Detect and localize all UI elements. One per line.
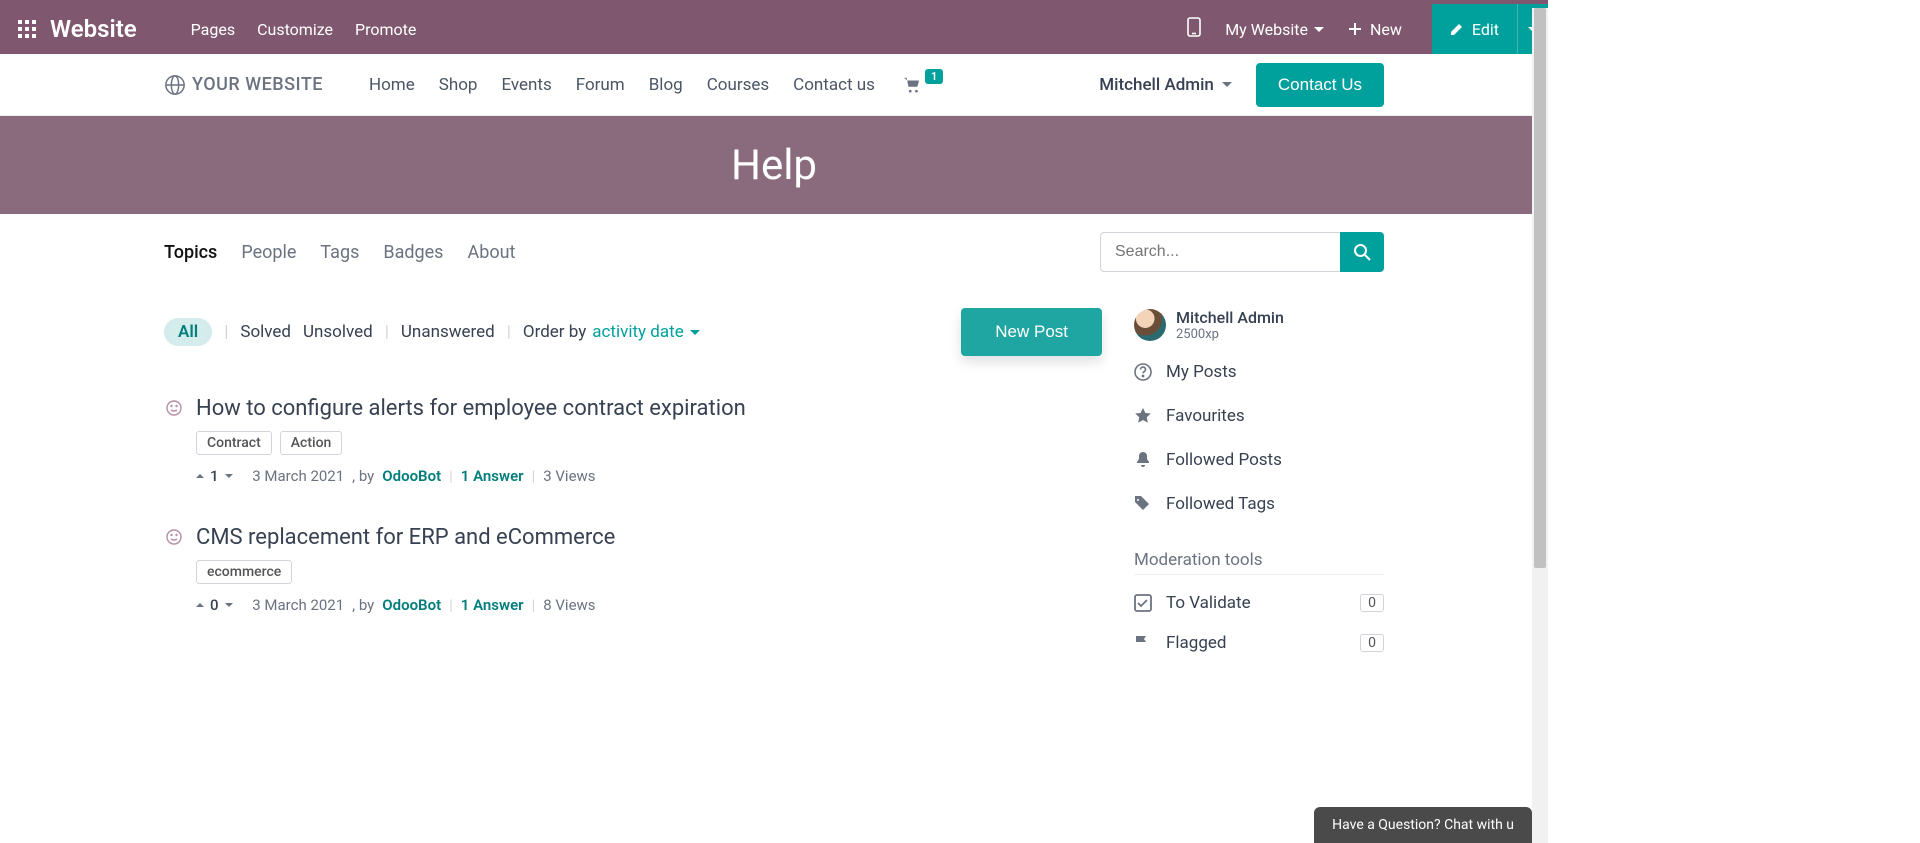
sidebar-xp: 2500xp [1176,327,1284,342]
upvote-icon[interactable] [196,603,204,607]
topic-answers[interactable]: 1 Answer [461,596,524,614]
topic-views: 8 Views [543,596,595,614]
topic-item: CMS replacement for ERP and eCommerce ec… [164,525,1102,614]
scrollbar-thumb[interactable] [1534,8,1546,568]
sidebar-followed-posts[interactable]: Followed Posts [1134,450,1384,470]
cart-count: 1 [925,69,943,84]
topic-author[interactable]: OdooBot [382,467,441,485]
new-label: New [1370,20,1402,39]
forum-tabs: Topics People Tags Badges About [0,214,1548,272]
mod-count: 0 [1360,634,1384,652]
downvote-icon[interactable] [225,603,233,607]
new-post-button[interactable]: New Post [961,308,1102,356]
star-icon [1134,407,1152,425]
caret-down-icon [1222,82,1232,87]
check-square-icon [1134,594,1152,612]
scrollbar[interactable] [1532,8,1548,843]
orderby-label: Order by [523,322,586,342]
globe-icon [164,74,186,96]
question-icon [1134,363,1152,381]
topic-title[interactable]: How to configure alerts for employee con… [196,396,1102,421]
filter-solved[interactable]: Solved [240,322,291,342]
topic-views: 3 Views [543,467,595,485]
topic-title[interactable]: CMS replacement for ERP and eCommerce [196,525,1102,550]
tab-people[interactable]: People [241,242,296,263]
avatar [1134,309,1166,341]
forum-sidebar: Mitchell Admin 2500xp My Posts Favourite… [1134,308,1384,673]
topic-author[interactable]: OdooBot [382,596,441,614]
topic-answers[interactable]: 1 Answer [461,467,524,485]
topmenu-promote[interactable]: Promote [355,20,416,39]
nav-home[interactable]: Home [369,75,415,95]
topic-tag[interactable]: ecommerce [196,560,292,584]
page-title: Help [731,141,817,190]
topic-date: 3 March 2021 [252,596,344,614]
bell-icon [1134,451,1152,469]
flag-icon [1134,634,1152,652]
mobile-preview-icon[interactable] [1181,17,1207,41]
site-navbar: YOUR WEBSITE Home Shop Events Forum Blog… [0,54,1548,116]
caret-down-icon [690,330,700,335]
topmenu-pages[interactable]: Pages [191,20,235,39]
search-input[interactable] [1100,232,1340,272]
nav-events[interactable]: Events [501,75,551,95]
apps-icon[interactable] [8,20,46,38]
topmenu-customize[interactable]: Customize [257,20,333,39]
new-button[interactable]: New [1342,20,1408,39]
tab-about[interactable]: About [467,242,515,263]
sidebar-my-posts[interactable]: My Posts [1134,362,1384,382]
mod-flagged[interactable]: Flagged 0 [1134,633,1384,653]
tab-tags[interactable]: Tags [320,242,359,263]
orderby-dropdown[interactable]: activity date [592,322,699,342]
topic-tag[interactable]: Contract [196,431,272,455]
tab-badges[interactable]: Badges [383,242,443,263]
face-icon [164,396,184,420]
user-dropdown[interactable]: Mitchell Admin [1099,75,1232,95]
my-website-dropdown[interactable]: My Website [1225,20,1324,39]
nav-contact[interactable]: Contact us [793,75,875,95]
filter-unanswered[interactable]: Unanswered [401,322,495,342]
upvote-icon[interactable] [196,474,204,478]
nav-forum[interactable]: Forum [576,75,625,95]
nav-shop[interactable]: Shop [439,75,478,95]
topic-item: How to configure alerts for employee con… [164,396,1102,485]
caret-down-icon [1314,27,1324,32]
edit-button[interactable]: Edit [1432,4,1517,54]
site-logo[interactable]: YOUR WEBSITE [164,74,323,96]
downvote-icon[interactable] [225,474,233,478]
mod-count: 0 [1360,594,1384,612]
vote-count: 0 [210,596,219,614]
hero-banner: Help [0,116,1548,214]
filter-unsolved[interactable]: Unsolved [303,322,373,342]
user-name: Mitchell Admin [1099,75,1214,95]
tab-topics[interactable]: Topics [164,242,217,263]
vote-count: 1 [210,467,219,485]
nav-blog[interactable]: Blog [649,75,683,95]
sidebar-followed-tags[interactable]: Followed Tags [1134,494,1384,514]
face-icon [164,525,184,549]
topic-tag[interactable]: Action [280,431,343,455]
chat-widget[interactable]: Have a Question? Chat with u [1314,807,1532,843]
edit-label: Edit [1472,20,1499,39]
contact-us-button[interactable]: Contact Us [1256,63,1384,107]
sidebar-profile[interactable]: Mitchell Admin 2500xp [1134,308,1384,342]
my-website-label: My Website [1225,20,1308,39]
admin-topbar: Website Pages Customize Promote My Websi… [0,4,1548,54]
cart-icon [903,77,921,93]
sidebar-favourites[interactable]: Favourites [1134,406,1384,426]
topic-filters: All | Solved Unsolved | Unanswered | Ord… [164,308,1102,356]
brand-label[interactable]: Website [46,15,153,43]
nav-courses[interactable]: Courses [707,75,769,95]
topic-date: 3 March 2021 [252,467,344,485]
tags-icon [1134,495,1152,513]
cart-button[interactable]: 1 [903,77,943,93]
topics-main: All | Solved Unsolved | Unanswered | Ord… [164,308,1102,614]
mod-to-validate[interactable]: To Validate 0 [1134,593,1384,613]
filter-all[interactable]: All [164,318,212,346]
moderation-header: Moderation tools [1134,550,1384,575]
search-icon [1353,243,1371,261]
search-button[interactable] [1340,232,1384,272]
logo-text: YOUR WEBSITE [192,74,323,95]
sidebar-user-name: Mitchell Admin [1176,308,1284,327]
